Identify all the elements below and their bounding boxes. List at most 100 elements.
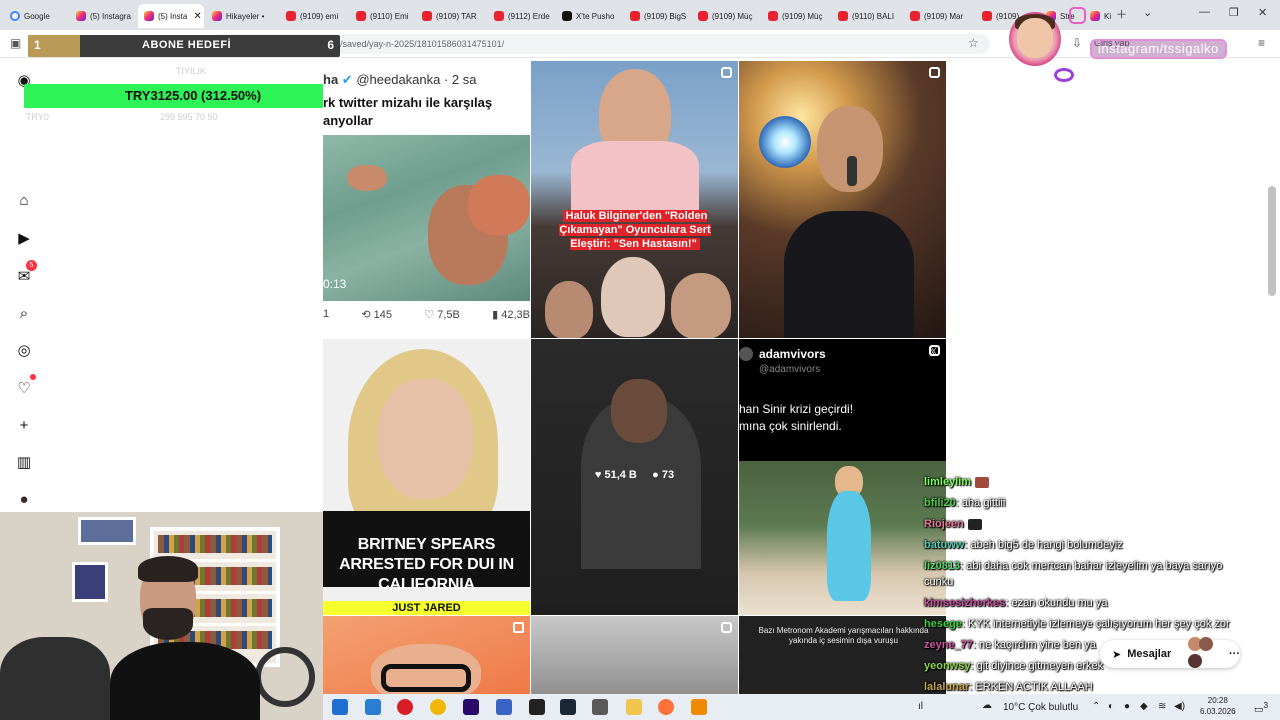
chrome-icon[interactable] [430,699,446,715]
browser-tab[interactable]: (9109) TAR [416,4,486,28]
browser-tab[interactable]: Google [4,4,70,28]
bookmark-star-icon[interactable]: ☆ [968,36,979,50]
person-head [611,379,667,443]
chat-message: limleylim [924,476,990,488]
tab-list-chevron-icon[interactable]: ⌄ [1143,6,1152,19]
post-dark-video[interactable]: ♥ 51,4 B ● 73 [531,339,738,615]
chat-username[interactable]: batuww [924,539,964,551]
firefox-icon[interactable] [658,699,674,715]
menu-icon[interactable]: ≡ [1258,36,1265,50]
vlc-icon[interactable] [691,699,707,715]
browser-tab[interactable]: (9109) emi [280,4,348,28]
browser-tab[interactable]: (9110) Emi [350,4,414,28]
tab-label: (9109) TAR [436,11,477,21]
retweet-stat[interactable]: ⟲ 145 [361,308,392,321]
views-count: 42,3B [501,309,530,321]
tray-chevron-icon[interactable]: ⌃ [1092,701,1100,712]
browser-tab[interactable]: Hikayeler • [206,4,278,28]
browser-tab[interactable]: Ki [1084,4,1114,28]
youtube-icon [630,11,640,21]
chat-username[interactable]: limleylim [924,476,971,488]
weather-icon[interactable]: ☁ [982,700,992,711]
notification-icon[interactable]: ▭3 [1254,700,1268,715]
chat-username[interactable]: bfili20 [924,497,956,509]
browser-tab[interactable]: (9109) BigS [624,4,690,28]
sidebar-home-icon[interactable]: ⌂ [14,190,34,210]
mail-icon[interactable] [365,699,381,715]
browser-tab[interactable]: (9110) BALI [832,4,902,28]
person-head [378,379,473,499]
minimize-button[interactable]: — [1199,6,1210,18]
chat-message: batuww: abeh big5 de hangi bolumdeyiz [924,539,1123,551]
browser-tab[interactable]: (5) Instagra [70,4,136,28]
sidebar-search-icon[interactable]: ⌕ [14,303,34,323]
browser-tab[interactable]: (9109) Mar [904,4,974,28]
post-britney[interactable]: BRITNEY SPEARS ARRESTED FOR DUI IN CALIF… [323,339,530,615]
tab-label: (9112) Erde [508,11,550,21]
tweet-video[interactable]: 0:13 [323,135,530,301]
sidebar-notifications-icon[interactable]: ♡ [14,378,34,398]
chat-username[interactable]: liz0813 [924,560,960,572]
browser-tab[interactable]: X'te Pusho [556,4,622,28]
post-glasses-man[interactable] [323,616,530,696]
weather-text[interactable]: 10°C Çok bulutlu [1003,702,1078,713]
browser-tab[interactable]: (9109) Müç [762,4,830,28]
start-icon[interactable] [332,699,348,715]
sidebar-explore-icon[interactable]: ◎ [14,340,34,360]
close-tab-icon[interactable]: ✕ [193,11,201,22]
sidebar-profile-icon[interactable]: ● [14,489,34,509]
capture-icon[interactable] [529,699,545,715]
sidebar-reels-icon[interactable]: ▶ [14,228,34,248]
browser-tab[interactable]: (5) Insta ✕ [138,4,204,28]
post-metronom[interactable]: Bazı Metronom Akademi yarışmacıları hakk… [739,616,946,696]
chat-message: zeyne_77: ne kaçırdım yine ben ya [924,639,1096,651]
close-window-button[interactable]: ✕ [1258,6,1267,19]
post-text-line: mına çok sinirlendi. [739,419,842,433]
tool-icon[interactable] [592,699,608,715]
chat-username[interactable]: yeonwsy [924,660,970,672]
taskbar-clock[interactable]: 20:28 6.03.2026 [1200,695,1236,717]
post-adamvivors[interactable]: adamvivors @adamvivors 𝕏 han Sinir krizi… [739,339,946,615]
streamer-hair [138,556,198,582]
chat-username[interactable]: zeyne_77 [924,639,973,651]
post-winter-scene[interactable] [531,616,738,696]
post-hover-stats: ♥ 51,4 B ● 73 [531,469,738,481]
like-stat[interactable]: ♡ 7,5B [424,308,460,321]
chat-username[interactable]: hesege [924,618,962,630]
download-icon[interactable]: ⇩ [1072,36,1082,50]
chat-username[interactable]: kimsesizherkes [924,597,1005,609]
app-icon[interactable] [496,699,512,715]
tweet-user: @heedakanka · 2 sa [356,72,477,87]
post-singer[interactable] [739,61,946,338]
youtube-icon [768,11,778,21]
tray-app-icon[interactable]: ◆ [1140,701,1148,712]
browser-tab[interactable]: (9112) Erde [488,4,554,28]
sidebar-toggle-icon[interactable]: ▣ [10,36,21,50]
steam-icon[interactable] [560,699,576,715]
page-scrollbar[interactable] [1268,186,1276,296]
browser-tab[interactable]: (9109) Müç [692,4,760,28]
chair [0,637,110,720]
opera-icon[interactable] [397,699,413,715]
restore-button[interactable]: ❐ [1229,6,1239,19]
chat-username[interactable]: Riojeen [924,518,964,530]
sidebar-dashboard-icon[interactable]: ▥ [14,452,34,472]
post-tweet[interactable]: ha ✔ @heedakanka · 2 sa rk twitter mizah… [323,58,530,338]
messages-button[interactable]: ➤ Mesajlar ··· [1100,637,1240,668]
media-icon[interactable]: ıl [918,701,923,712]
new-tab-button[interactable]: ＋ [1116,6,1127,22]
premiere-icon[interactable] [463,699,479,715]
tray-app-icon[interactable]: ● [1124,701,1130,712]
sidebar-create-icon[interactable]: + [14,415,34,435]
more-icon: ··· [1229,648,1240,660]
folder-icon[interactable] [626,699,642,715]
tray-app-icon[interactable]: ◐ [1108,701,1114,712]
volume-icon[interactable]: ◀) [1174,701,1185,712]
chat-message: bfili20: aha gittiii [924,497,1005,509]
chat-username[interactable]: lalalunar [924,681,969,693]
wifi-icon[interactable]: ≋ [1158,701,1166,712]
post-haluk-bilginer[interactable]: Haluk Bilginer'den "Rolden Çıkamayan" Oy… [531,61,738,338]
chat-text: : git diyince gitmeyen erkek [970,660,1104,672]
tab-label: (5) Instagra [90,11,131,21]
retweet-count: 145 [373,309,393,321]
